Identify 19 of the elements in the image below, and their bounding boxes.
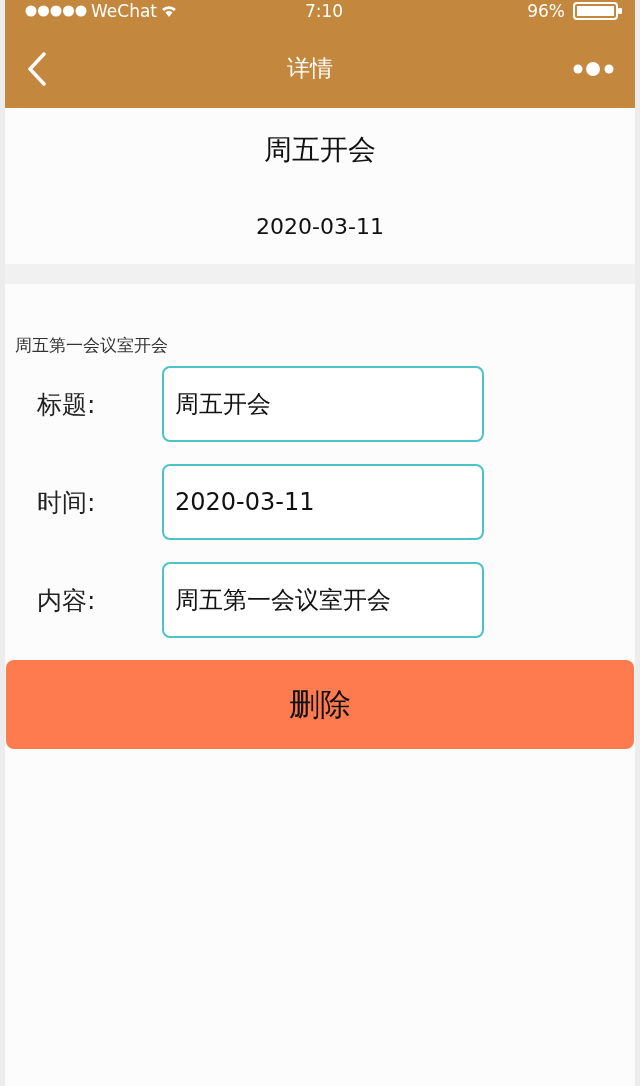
delete-button[interactable]: 删除	[6, 660, 634, 749]
input-field[interactable]: 2020-03-11	[162, 464, 484, 540]
input-field[interactable]: 周五第一会议室开会	[162, 562, 484, 638]
clock-text: 7:10	[304, 1, 344, 21]
wifi-icon	[161, 5, 177, 17]
field-label: 标题:	[37, 389, 96, 419]
carrier-text: WeChat	[91, 1, 157, 21]
input-field[interactable]: 周五开会	[162, 366, 484, 442]
field-label: 内容:	[37, 585, 96, 615]
event-description: 周五第一会议室开会	[15, 335, 168, 355]
battery-icon	[573, 2, 623, 20]
event-title: 周五开会	[264, 132, 376, 168]
event-date: 2020-03-11	[256, 213, 384, 241]
signal-icon	[25, 5, 87, 17]
battery-text: 96%	[527, 1, 565, 21]
page-title: 详情	[287, 54, 333, 81]
field-label: 时间:	[37, 487, 96, 517]
more-icon[interactable]	[573, 61, 615, 77]
back-icon[interactable]	[27, 52, 47, 86]
